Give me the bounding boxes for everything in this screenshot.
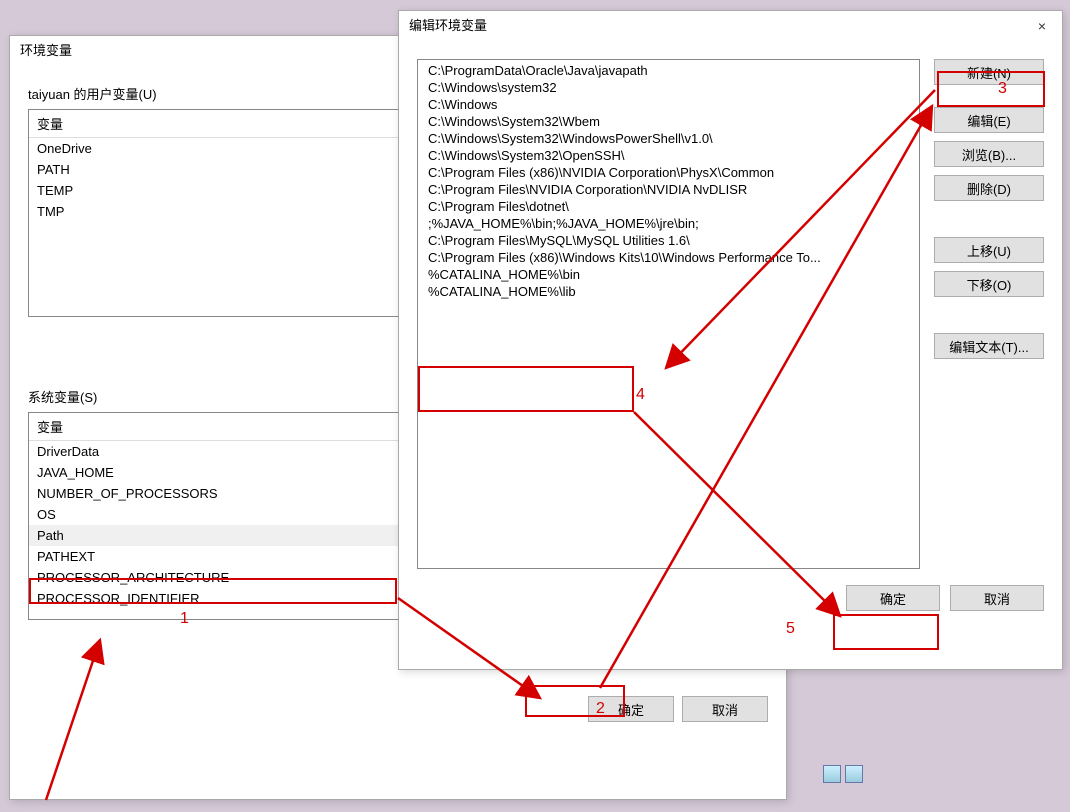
tray-icon-1[interactable] [823,765,841,783]
list-item[interactable]: C:\Windows\System32\WindowsPowerShell\v1… [418,130,919,147]
var-name: Path [29,525,435,546]
env-ok-cancel-row: 确定 取消 [28,696,768,722]
edit-ok-button[interactable]: 确定 [846,585,940,611]
edit-entry-button[interactable]: 编辑(E) [934,107,1044,133]
delete-entry-button[interactable]: 删除(D) [934,175,1044,201]
var-name: TMP [29,201,435,222]
list-item[interactable]: C:\Windows [418,96,919,113]
tray-icon-2[interactable] [845,765,863,783]
list-item[interactable]: C:\Program Files (x86)\NVIDIA Corporatio… [418,164,919,181]
env-ok-button[interactable]: 确定 [588,696,674,722]
var-name: NUMBER_OF_PROCESSORS [29,483,435,504]
var-name: OS [29,504,435,525]
list-item[interactable]: C:\Program Files (x86)\Windows Kits\10\W… [418,249,919,266]
env-cancel-button[interactable]: 取消 [682,696,768,722]
list-item[interactable]: %CATALINA_HOME%\lib [418,283,919,300]
list-item[interactable]: C:\Program Files\MySQL\MySQL Utilities 1… [418,232,919,249]
path-entries-list[interactable]: C:\ProgramData\Oracle\Java\javapathC:\Wi… [417,59,920,569]
move-up-button[interactable]: 上移(U) [934,237,1044,263]
close-icon[interactable]: × [1022,11,1062,41]
var-name: PROCESSOR_ARCHITECTURE [29,567,435,588]
edit-env-var-dialog: 编辑环境变量 × C:\ProgramData\Oracle\Java\java… [398,10,1063,670]
side-button-column: 新建(N) 编辑(E) 浏览(B)... 删除(D) 上移(U) 下移(O) 编… [934,59,1044,569]
var-name: PROCESSOR_IDENTIFIER [29,588,435,609]
col-var-s[interactable]: 变量 [29,413,435,441]
edit-cancel-button[interactable]: 取消 [950,585,1044,611]
env-title: 环境变量 [20,36,72,66]
var-name: TEMP [29,180,435,201]
list-item[interactable]: C:\Windows\System32\OpenSSH\ [418,147,919,164]
list-item[interactable]: C:\Program Files\dotnet\ [418,198,919,215]
move-down-button[interactable]: 下移(O) [934,271,1044,297]
var-name: DriverData [29,441,435,463]
edit-title: 编辑环境变量 [409,11,487,41]
new-entry-button[interactable]: 新建(N) [934,59,1044,85]
var-name: JAVA_HOME [29,462,435,483]
browse-button[interactable]: 浏览(B)... [934,141,1044,167]
col-var[interactable]: 变量 [29,110,435,138]
list-item[interactable]: C:\Program Files\NVIDIA Corporation\NVID… [418,181,919,198]
var-name: PATH [29,159,435,180]
list-item[interactable]: %CATALINA_HOME%\bin [418,266,919,283]
list-item[interactable]: C:\Windows\System32\Wbem [418,113,919,130]
taskbar-tray [823,765,863,783]
edit-ok-cancel-row: 确定 取消 [417,585,1044,611]
edit-titlebar: 编辑环境变量 × [399,11,1062,41]
list-item[interactable]: C:\ProgramData\Oracle\Java\javapath [418,62,919,79]
edit-text-button[interactable]: 编辑文本(T)... [934,333,1044,359]
var-name: PATHEXT [29,546,435,567]
list-item[interactable]: C:\Windows\system32 [418,79,919,96]
list-item[interactable]: ;%JAVA_HOME%\bin;%JAVA_HOME%\jre\bin; [418,215,919,232]
var-name: OneDrive [29,138,435,160]
